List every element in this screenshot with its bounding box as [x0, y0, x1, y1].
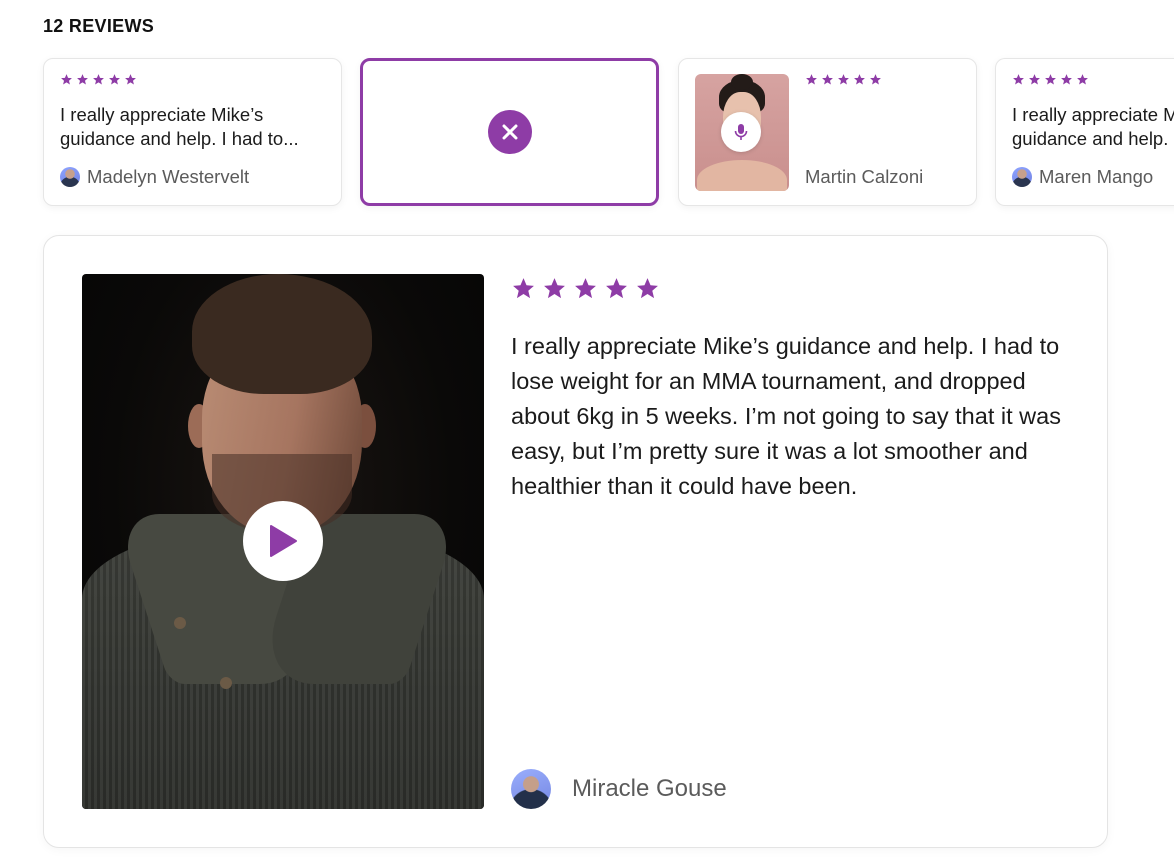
review-excerpt-line: I really appreciate Mike’s [60, 104, 264, 125]
review-excerpt: I really appreciate Mike’s guidance and … [1012, 103, 1174, 151]
star-icon [1077, 74, 1088, 85]
star-icon [61, 74, 72, 85]
star-icon [513, 278, 534, 299]
mic-icon [734, 124, 748, 140]
star-rating [60, 73, 137, 86]
author-name: Maren Mango [1039, 166, 1154, 187]
close-icon [502, 124, 517, 140]
star-icon [575, 278, 596, 299]
star-icon [606, 278, 627, 299]
avatar [1012, 167, 1032, 187]
review-excerpt-line: I really appreciate Mike’s [1012, 104, 1174, 125]
star-icon [838, 74, 849, 85]
play-audio-button[interactable] [721, 112, 761, 152]
star-icon [125, 74, 136, 85]
play-button[interactable] [243, 501, 323, 581]
star-icon [1061, 74, 1072, 85]
review-excerpt-line: guidance and help. I had to... [1012, 128, 1174, 149]
author-name: Madelyn Westervelt [87, 166, 250, 187]
star-icon [1045, 74, 1056, 85]
star-icon [870, 74, 881, 85]
star-icon [822, 74, 833, 85]
reviews-count-heading: 12 REVIEWS [43, 16, 155, 36]
review-video[interactable] [82, 274, 484, 809]
author-name: Martin Calzoni [805, 166, 924, 187]
review-author: Miracle Gouse [511, 769, 727, 809]
review-author: Madelyn Westervelt [60, 166, 249, 188]
star-icon [109, 74, 120, 85]
star-rating [1012, 73, 1089, 86]
star-icon [93, 74, 104, 85]
review-card-selected[interactable] [360, 58, 659, 206]
star-rating [805, 73, 882, 86]
review-card[interactable]: I really appreciate Mike’s guidance and … [43, 58, 342, 206]
avatar [60, 167, 80, 187]
star-icon [77, 74, 88, 85]
star-icon [1013, 74, 1024, 85]
star-icon [637, 278, 658, 299]
review-thumbnail [695, 74, 789, 191]
close-button[interactable] [487, 110, 532, 154]
review-card[interactable]: I really appreciate Mike’s guidance and … [995, 58, 1174, 206]
star-icon [806, 74, 817, 85]
review-excerpt: I really appreciate Mike’s guidance and … [60, 103, 330, 151]
star-icon [854, 74, 865, 85]
star-icon [1029, 74, 1040, 85]
featured-review: I really appreciate Mike’s guidance and … [43, 235, 1108, 848]
review-author: Maren Mango [1012, 166, 1153, 188]
review-card[interactable]: Martin Calzoni [678, 58, 977, 206]
play-icon [270, 525, 297, 557]
review-text: I really appreciate Mike’s guidance and … [511, 333, 1061, 499]
review-excerpt-line: guidance and help. I had to... [60, 128, 299, 149]
review-author: Martin Calzoni [805, 166, 923, 188]
star-icon [544, 278, 565, 299]
star-rating [511, 276, 660, 301]
author-name: Miracle Gouse [572, 775, 727, 802]
avatar [511, 769, 551, 809]
